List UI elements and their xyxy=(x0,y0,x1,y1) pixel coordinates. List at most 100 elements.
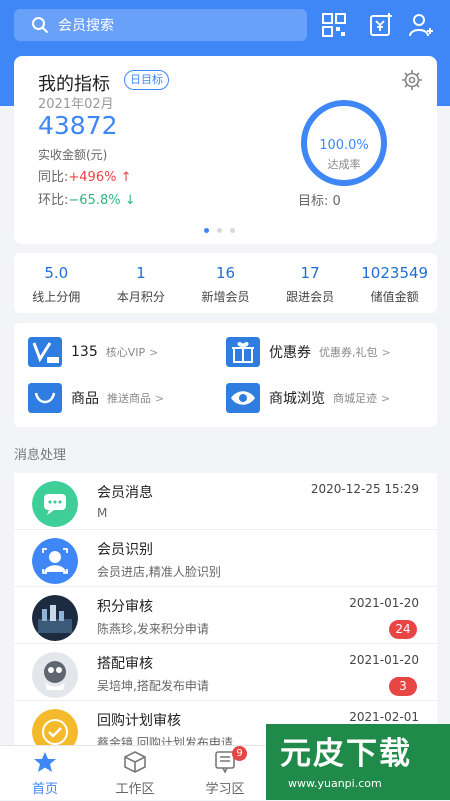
chevron-right-icon: > xyxy=(149,345,159,359)
stat-label: 储值金额 xyxy=(370,290,419,304)
message-time: 2020-12-25 15:29 xyxy=(310,482,419,496)
home-star-icon xyxy=(34,752,56,772)
vip-icon xyxy=(28,337,62,367)
quick-goods[interactable]: 商品 推送商品 > xyxy=(28,383,164,413)
message-desc: 蔡金镜,回购计划发布申请 xyxy=(97,736,233,745)
chevron-right-icon: > xyxy=(381,391,391,405)
carousel-dot-2[interactable] xyxy=(217,228,222,233)
quick-vip[interactable]: 135 核心VIP > xyxy=(28,337,158,367)
tab-home[interactable]: 首页 xyxy=(5,746,85,801)
list-item[interactable]: 搭配审核 吴培坤,搭配发布申请 2021-01-20 3 xyxy=(14,644,437,701)
message-desc: 陈燕珍,发来积分申请 xyxy=(97,622,209,636)
stat-new-members[interactable]: 16 新增会员 xyxy=(183,253,268,313)
tab-label: 首页 xyxy=(31,782,58,797)
stat-followup-members[interactable]: 17 跟进会员 xyxy=(268,253,353,313)
tab-learning[interactable]: 学习区 9 xyxy=(185,746,265,801)
message-title: 会员消息 xyxy=(97,485,153,501)
search-icon xyxy=(32,17,48,33)
mom-label: 环比: xyxy=(38,193,69,208)
list-item[interactable]: 积分审核 陈燕珍,发来积分申请 2021-01-20 24 xyxy=(14,587,437,644)
quick-vip-sub: 核心VIP xyxy=(105,346,146,359)
stat-value: 17 xyxy=(300,264,320,282)
quick-mall[interactable]: 商城浏览 商城足迹 > xyxy=(226,383,390,413)
face-id-icon xyxy=(32,538,78,584)
completion-rate-value: 100.0% xyxy=(319,138,369,153)
quick-actions: 135 核心VIP > 优惠券 优惠券,礼包 > 商品 推送商品 > 商城浏览 … xyxy=(14,323,437,427)
mom-value: −65.8% ↓ xyxy=(68,193,136,208)
chevron-right-icon: > xyxy=(381,345,391,359)
message-title: 搭配审核 xyxy=(97,656,153,672)
search-input[interactable]: 会员搜索 xyxy=(14,9,307,41)
message-time: 2021-01-20 xyxy=(349,596,419,610)
completion-rate-label: 达成率 xyxy=(327,158,361,171)
quick-coupon-sub: 优惠券,礼包 xyxy=(319,346,378,359)
eye-icon xyxy=(226,383,260,413)
list-item[interactable]: 会员识别 会员进店,精准人脸识别 xyxy=(14,530,437,587)
stat-label: 本月积分 xyxy=(116,290,165,304)
message-time: 2021-02-01 xyxy=(349,710,419,724)
stat-value: 5.0 xyxy=(44,264,69,282)
stat-online-commission[interactable]: 5.0 线上分佣 xyxy=(14,253,99,313)
yoy-value: +496% ↑ xyxy=(68,170,132,185)
stat-value: 1023549 xyxy=(361,264,429,282)
quick-goods-name: 商品 xyxy=(71,391,99,407)
message-title: 会员识别 xyxy=(97,542,153,558)
metrics-month: 2021年02月 xyxy=(38,97,114,112)
stat-label: 线上分佣 xyxy=(32,290,81,304)
tab-label: 学习区 xyxy=(205,782,245,797)
watermark: 元皮下载 www.yuanpi.com xyxy=(266,724,450,800)
stat-label: 跟进会员 xyxy=(286,290,335,304)
unread-count-badge: 3 xyxy=(389,677,417,696)
tab-badge: 9 xyxy=(232,746,247,761)
received-amount: 43872 xyxy=(38,111,118,140)
wallet-icon[interactable] xyxy=(368,12,394,38)
bag-icon xyxy=(28,383,62,413)
yoy-label: 同比: xyxy=(38,170,69,185)
watermark-url: www.yuanpi.com xyxy=(288,777,382,790)
carousel-dot-1[interactable] xyxy=(204,228,209,233)
quick-goods-sub: 推送商品 xyxy=(107,392,151,405)
qrcode-icon[interactable] xyxy=(321,12,347,38)
message-title: 积分审核 xyxy=(97,599,153,615)
message-desc: 吴培坤,搭配发布申请 xyxy=(97,679,209,693)
watermark-title: 元皮下载 xyxy=(280,736,412,772)
tab-workspace[interactable]: 工作区 xyxy=(95,746,175,801)
tab-label: 工作区 xyxy=(115,782,155,797)
avatar xyxy=(32,595,78,641)
unread-count-badge: 24 xyxy=(389,620,417,639)
check-badge-icon xyxy=(32,709,78,745)
received-amount-label: 实收金额(元) xyxy=(38,148,108,162)
stat-value: 1 xyxy=(136,264,146,282)
add-user-icon[interactable] xyxy=(408,12,434,38)
section-title: 消息处理 xyxy=(14,448,67,463)
quick-coupon-name: 优惠券 xyxy=(269,345,311,361)
avatar xyxy=(32,652,78,698)
quick-mall-sub: 商城足迹 xyxy=(333,392,377,405)
header: 会员搜索 xyxy=(0,0,450,50)
quick-coupon[interactable]: 优惠券 优惠券,礼包 > xyxy=(226,337,391,367)
stats-bar: 5.0 线上分佣 1 本月积分 16 新增会员 17 跟进会员 1023549 … xyxy=(14,253,437,313)
list-item[interactable]: 会员消息 M 2020-12-25 15:29 xyxy=(14,473,437,530)
gift-icon xyxy=(226,337,260,367)
quick-vip-name: 135 xyxy=(71,344,98,360)
daily-target-tag[interactable]: 日目标 xyxy=(124,70,169,90)
chat-icon xyxy=(32,481,78,527)
year-over-year: 同比:+496% ↑ xyxy=(38,166,131,185)
message-list: 会员消息 M 2020-12-25 15:29 会员识别 会员进店,精准人脸识别… xyxy=(14,473,437,745)
stat-value: 16 xyxy=(215,264,236,282)
search-placeholder: 会员搜索 xyxy=(58,18,114,34)
metrics-card[interactable]: 我的指标 日目标 2021年02月 43872 实收金额(元) 同比:+496%… xyxy=(14,56,437,244)
message-desc: 会员进店,精准人脸识别 xyxy=(97,565,221,579)
carousel-dot-3[interactable] xyxy=(230,228,235,233)
message-time: 2021-01-20 xyxy=(349,653,419,667)
carousel-dots[interactable] xyxy=(204,228,235,233)
target-value: 目标: 0 xyxy=(298,194,341,209)
chevron-right-icon: > xyxy=(155,391,165,405)
quick-mall-name: 商城浏览 xyxy=(269,391,325,407)
stat-monthly-points[interactable]: 1 本月积分 xyxy=(99,253,184,313)
stat-label: 新增会员 xyxy=(201,290,250,304)
month-over-month: 环比:−65.8% ↓ xyxy=(38,189,136,208)
cube-icon xyxy=(124,751,146,773)
stat-stored-value[interactable]: 1023549 储值金额 xyxy=(352,253,437,313)
gear-icon[interactable] xyxy=(401,69,423,91)
